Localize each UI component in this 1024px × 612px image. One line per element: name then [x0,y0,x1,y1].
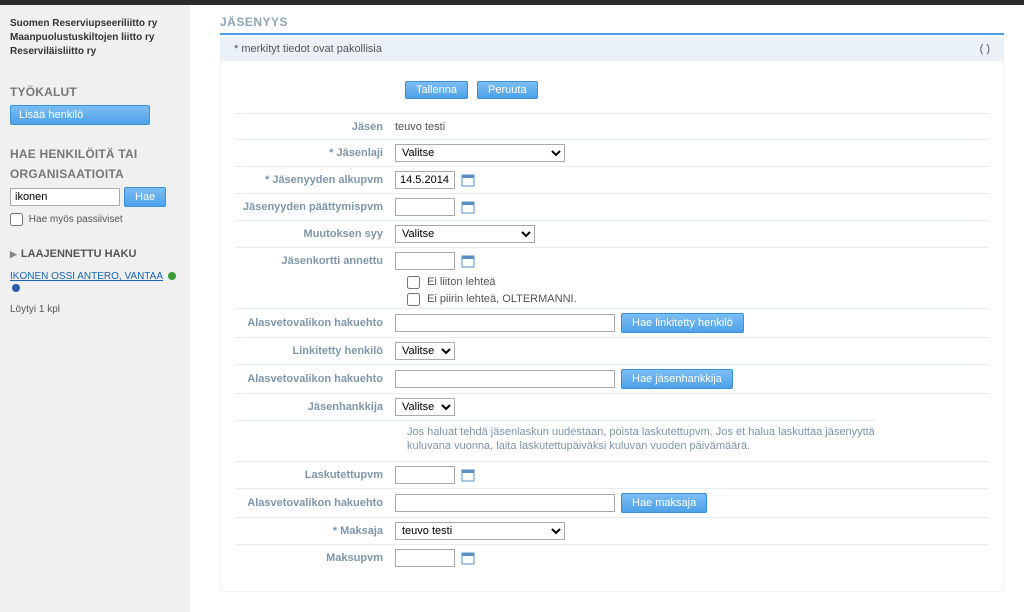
calendar-icon[interactable] [461,551,475,565]
title-underline [220,33,1004,35]
label-alasveto-2: Alasvetovalikon hakuehto [235,373,395,385]
status-dot-green [168,272,176,280]
label-jasen: Jäsen [235,121,395,133]
label-alasveto-3: Alasvetovalikon hakuehto [235,497,395,509]
select-jasenlaji[interactable]: Valitse [395,144,565,162]
page-title: JÄSENYYS [220,15,1004,29]
search-heading-2: ORGANISAATIOITA [10,167,180,181]
piirin-lehtea-row[interactable]: Ei piirin lehteä, OLTERMANNI. [407,293,577,305]
label-kortti: Jäsenkortti annettu [235,255,395,267]
save-button[interactable]: Tallenna [405,81,468,99]
required-notice: * merkityt tiedot ovat pakollisia ( ) [220,37,1004,61]
label-muutoksensyy: Muutoksen syy [235,228,395,240]
calendar-icon[interactable] [461,254,475,268]
label-liiton-lehtea: Ei liiton lehteä [427,276,496,288]
org-item: Suomen Reserviupseeriliitto ry [10,17,180,31]
label-jasenhankkija: Jäsenhankkija [235,401,395,413]
select-linkitetty[interactable]: Valitse [395,342,455,360]
cancel-button[interactable]: Peruuta [477,81,538,99]
input-alasveto-2[interactable] [395,370,615,388]
hae-jasenhankkija-button[interactable]: Hae jäsenhankkija [621,369,733,389]
checkbox-piirin-lehtea[interactable] [407,293,420,306]
label-maksupvm: Maksupvm [235,552,395,564]
value-jasen: teuvo testi [395,121,989,133]
search-result-link[interactable]: IKONEN OSSI ANTERO, VANTAA [10,271,163,282]
input-alkupvm[interactable] [395,171,455,189]
action-row: Tallenna Peruuta [235,81,989,99]
org-item: Maanpuolustuskiltojen liitto ry [10,31,180,45]
label-laskutettupvm: Laskutettupvm [235,469,395,481]
org-list: Suomen Reserviupseeriliitto ry Maanpuolu… [10,17,180,59]
passive-checkbox[interactable] [10,213,23,226]
billing-note: Jos haluat tehdä jäsenlaskun uudestaan, … [235,420,875,461]
passive-label: Hae myös passiiviset [29,214,123,225]
paren-indicator: ( ) [980,43,990,55]
select-jasenhankkija[interactable]: Valitse [395,398,455,416]
input-kortti[interactable] [395,252,455,270]
input-maksupvm[interactable] [395,549,455,567]
calendar-icon[interactable] [461,200,475,214]
label-maksaja: * Maksaja [235,525,395,537]
sidebar: Suomen Reserviupseeriliitto ry Maanpuolu… [0,5,190,612]
passive-checkbox-row[interactable]: Hae myös passiiviset [10,214,123,225]
status-dot-blue [12,284,20,292]
label-piirin-lehtea: Ei piirin lehteä, OLTERMANNI. [427,293,577,305]
input-paattymispvm[interactable] [395,198,455,216]
add-person-button[interactable]: Lisää henkilö [10,105,150,125]
input-laskutettupvm[interactable] [395,466,455,484]
label-linkitetty: Linkitetty henkilö [235,345,395,357]
input-alasveto-1[interactable] [395,314,615,332]
select-muutoksensyy[interactable]: Valitse [395,225,535,243]
search-button[interactable]: Hae [124,187,166,207]
form-area: Tallenna Peruuta Jäsen teuvo testi * Jäs… [220,61,1004,592]
calendar-icon[interactable] [461,173,475,187]
search-input[interactable] [10,188,120,206]
select-maksaja[interactable]: teuvo testi [395,522,565,540]
result-count: Löytyi 1 kpl [10,304,180,315]
calendar-icon[interactable] [461,468,475,482]
label-alkupvm: * Jäsenyyden alkupvm [235,174,395,186]
main-content: JÄSENYYS * merkityt tiedot ovat pakollis… [190,5,1024,612]
label-alasveto-1: Alasvetovalikon hakuehto [235,317,395,329]
input-alasveto-3[interactable] [395,494,615,512]
liiton-lehtea-row[interactable]: Ei liiton lehteä [407,276,496,288]
tools-heading: TYÖKALUT [10,85,180,99]
checkbox-liiton-lehtea[interactable] [407,276,420,289]
required-text: * merkityt tiedot ovat pakollisia [234,43,382,55]
search-heading-1: HAE HENKILÖITÄ TAI [10,147,180,161]
label-jasenlaji: * Jäsenlaji [235,147,395,159]
hae-maksaja-button[interactable]: Hae maksaja [621,493,707,513]
label-paattymispvm: Jäsenyyden päättymispvm [235,201,395,213]
advanced-search-toggle[interactable]: LAAJENNETTU HAKU [10,248,180,260]
hae-linkitetty-button[interactable]: Hae linkitetty henkilö [621,313,744,333]
org-item: Reserviläisliitto ry [10,45,180,59]
search-result-row: IKONEN OSSI ANTERO, VANTAA [10,270,180,294]
